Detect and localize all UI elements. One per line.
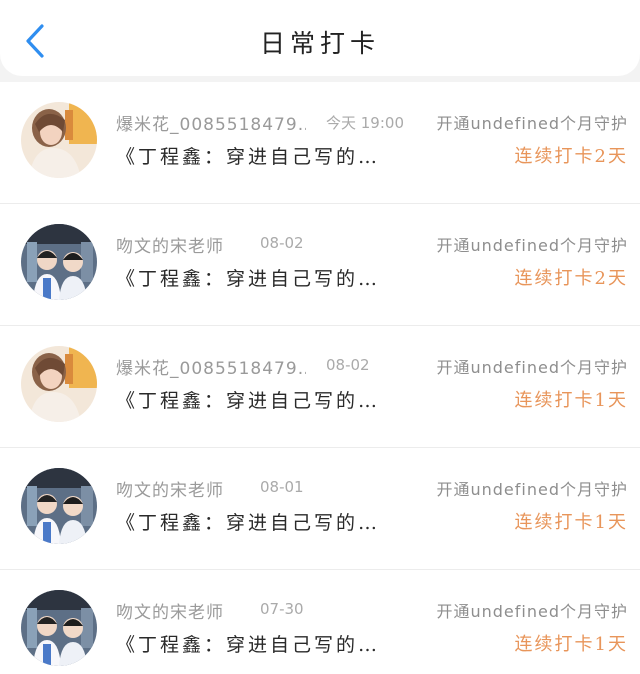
user-name[interactable]: 爆米花_0085518479… (116, 110, 306, 135)
avatar[interactable] (21, 346, 97, 422)
streak-badge: 连续打卡1天 (514, 390, 628, 411)
avatar[interactable] (21, 590, 97, 666)
streak-badge: 连续打卡1天 (514, 634, 628, 655)
guard-status: 开通undefined个月守护 (436, 236, 628, 255)
user-name[interactable]: 爆米花_0085518479… (116, 354, 306, 379)
list-item[interactable]: 吻文的宋老师 07-30 开通undefined个月守护 《丁程鑫：穿进自己写的… (0, 570, 640, 674)
list-item[interactable]: 吻文的宋老师 08-01 开通undefined个月守护 《丁程鑫：穿进自己写的… (0, 448, 640, 570)
streak-badge: 连续打卡2天 (514, 146, 628, 167)
guard-status: 开通undefined个月守护 (436, 358, 628, 377)
check-in-page: 日常打卡 爆米花_0085518479… 今天 19:00 开通undefine… (0, 0, 640, 674)
avatar[interactable] (21, 468, 97, 544)
book-title[interactable]: 《丁程鑫：穿进自己写的… (116, 508, 380, 535)
header-bar: 日常打卡 (0, 0, 640, 76)
guard-status: 开通undefined个月守护 (436, 602, 628, 621)
check-in-time: 08-02 (260, 234, 304, 252)
book-title[interactable]: 《丁程鑫：穿进自己写的… (116, 386, 380, 413)
list-item[interactable]: 爆米花_0085518479… 08-02 开通undefined个月守护 《丁… (0, 326, 640, 448)
avatar[interactable] (21, 224, 97, 300)
page-title: 日常打卡 (259, 29, 380, 58)
list-item[interactable]: 吻文的宋老师 08-02 开通undefined个月守护 《丁程鑫：穿进自己写的… (0, 204, 640, 326)
check-in-time: 07-30 (260, 600, 304, 618)
book-title[interactable]: 《丁程鑫：穿进自己写的… (116, 142, 380, 169)
check-in-time: 今天 19:00 (326, 114, 404, 132)
check-in-time: 08-02 (326, 356, 370, 374)
avatar[interactable] (21, 102, 97, 178)
streak-badge: 连续打卡1天 (514, 512, 628, 533)
book-title[interactable]: 《丁程鑫：穿进自己写的… (116, 264, 380, 291)
list-item[interactable]: 爆米花_0085518479… 今天 19:00 开通undefined个月守护… (0, 82, 640, 204)
check-in-time: 08-01 (260, 478, 304, 496)
check-in-list: 爆米花_0085518479… 今天 19:00 开通undefined个月守护… (0, 82, 640, 674)
guard-status: 开通undefined个月守护 (436, 114, 628, 133)
guard-status: 开通undefined个月守护 (436, 480, 628, 499)
book-title[interactable]: 《丁程鑫：穿进自己写的… (116, 630, 380, 657)
streak-badge: 连续打卡2天 (514, 268, 628, 289)
